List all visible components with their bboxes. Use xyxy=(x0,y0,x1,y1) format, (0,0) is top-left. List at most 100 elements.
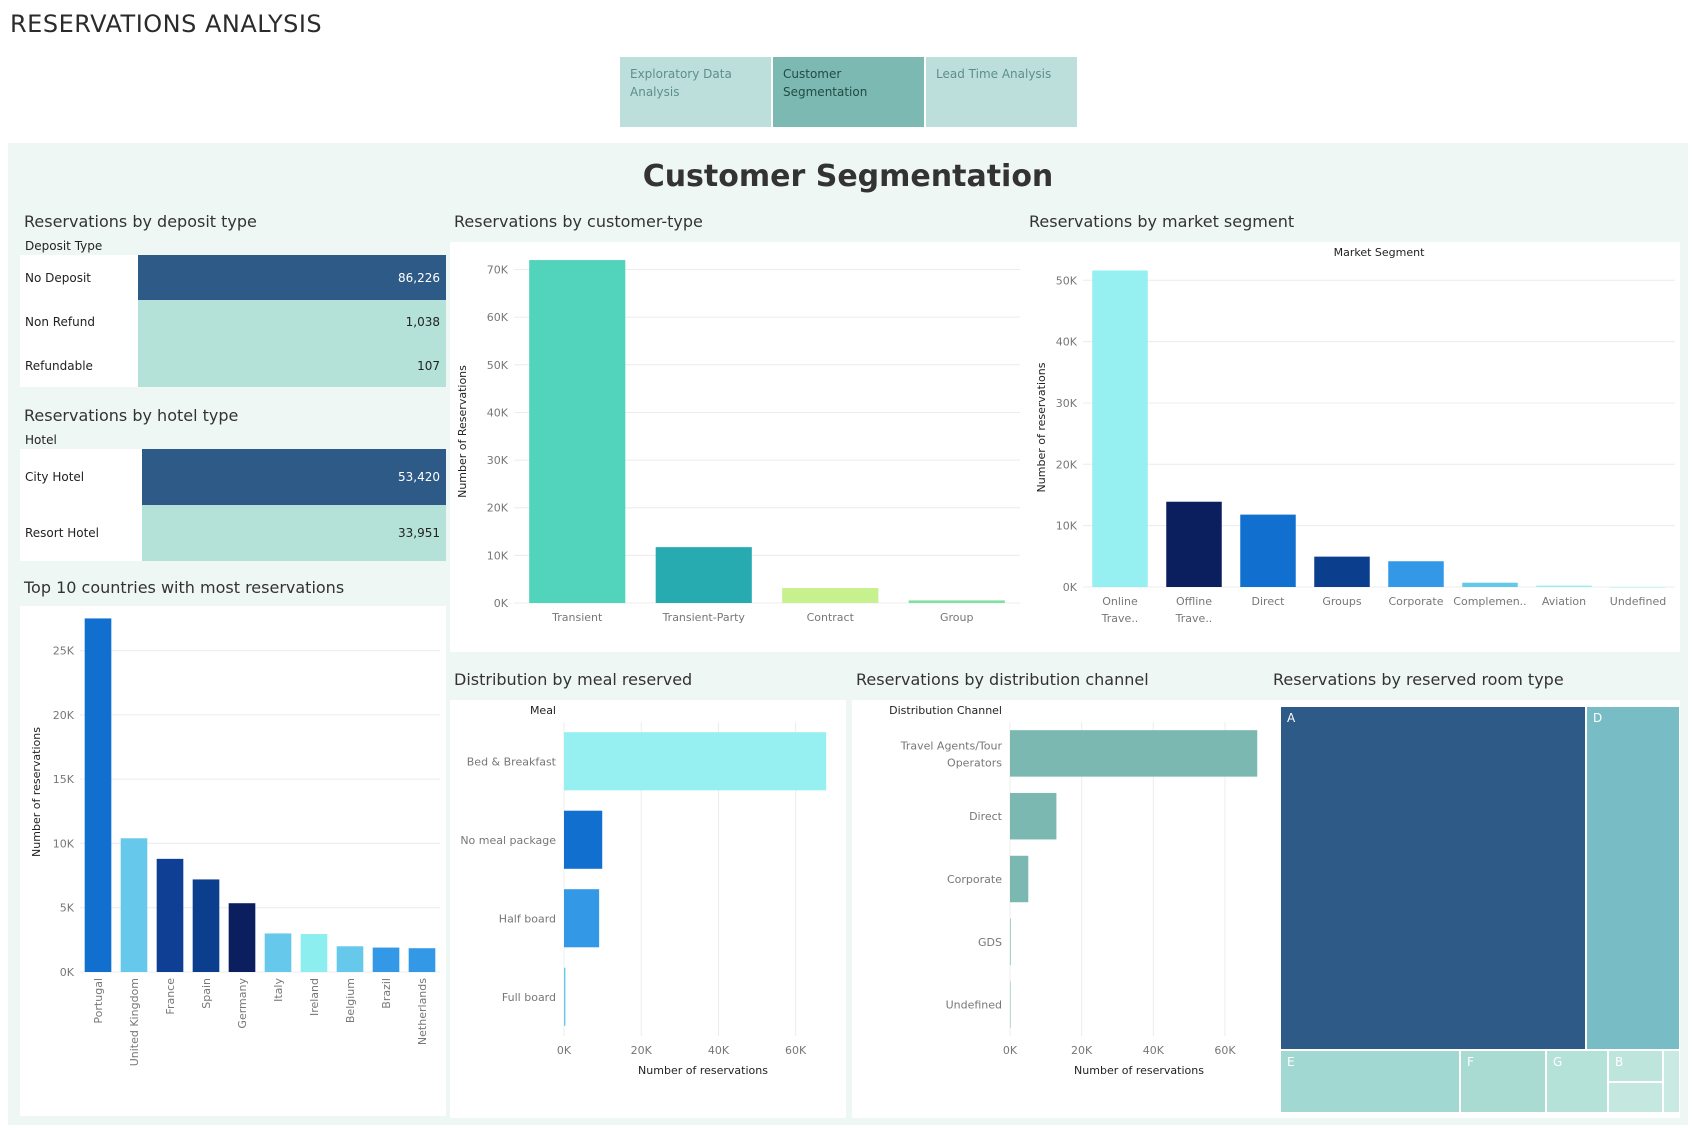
room-cell-e[interactable]: E xyxy=(1280,1050,1460,1113)
y-tick-label: 30K xyxy=(1056,397,1078,410)
x-tick-label: Ireland xyxy=(308,978,321,1016)
bar-complemen- xyxy=(1462,582,1518,587)
x-axis-label: Number of reservations xyxy=(638,1064,768,1077)
x-tick-label: 40K xyxy=(708,1044,730,1057)
room-cell-b[interactable]: B xyxy=(1608,1050,1663,1082)
bar-portugal xyxy=(84,618,112,972)
channel-title: Reservations by distribution channel xyxy=(856,670,1149,689)
bar-netherlands xyxy=(408,948,436,972)
x-tick-label: Undefined xyxy=(1610,595,1666,608)
x-tick-label: Complemen.. xyxy=(1453,595,1526,608)
y-tick-label: Bed & Breakfast xyxy=(467,755,557,768)
x-tick-label: Trave.. xyxy=(1101,612,1139,625)
market-chart-panel: 0K 10K 20K 30K 40K 50K Market Segment Online Tra… xyxy=(1025,242,1680,652)
meal-chart-panel: 0K 20K 40K 60K Meal Number of reservations Bed… xyxy=(450,700,846,1118)
y-tick-label: 25K xyxy=(53,645,75,658)
y-axis-label: Number of reservations xyxy=(1035,362,1048,492)
bar-brazil xyxy=(372,947,400,972)
bar-belgium xyxy=(336,946,364,972)
app-title: RESERVATIONS ANALYSIS xyxy=(10,10,323,38)
x-tick-label: Portugal xyxy=(92,978,105,1024)
bar-germany xyxy=(228,903,256,972)
bar-france xyxy=(156,858,184,972)
x-tick-label: Brazil xyxy=(380,978,393,1009)
x-tick-label: 0K xyxy=(1003,1044,1018,1057)
table-row[interactable]: Resort Hotel 33,951 xyxy=(20,505,446,561)
y-tick-label: 0K xyxy=(494,597,509,610)
x-tick-label: United Kingdom xyxy=(128,978,141,1066)
tab-customer-segmentation[interactable]: Customer Segmentation xyxy=(773,57,924,127)
x-tick-label: Groups xyxy=(1322,595,1361,608)
dashboard-tabs: Exploratory Data Analysis Customer Segme… xyxy=(620,57,1077,127)
table-row[interactable]: No Deposit 86,226 xyxy=(20,255,446,300)
x-tick-label: Belgium xyxy=(344,978,357,1023)
hotel-value: 33,951 xyxy=(142,505,446,561)
y-tick-label: Operators xyxy=(947,756,1002,769)
bar-transient xyxy=(529,260,626,603)
x-tick-label: Spain xyxy=(200,978,213,1009)
bar-spain xyxy=(192,879,220,972)
bar-gds xyxy=(1010,918,1011,966)
x-tick-label: 60K xyxy=(785,1044,807,1057)
y-tick-label: Direct xyxy=(969,810,1003,823)
y-tick-label: 60K xyxy=(487,311,509,324)
bar-corporate xyxy=(1010,855,1029,903)
bar-online-trave- xyxy=(1092,270,1148,587)
bar-ireland xyxy=(300,934,328,972)
room-cell-a[interactable]: A xyxy=(1280,706,1586,1050)
room-cell-f[interactable]: F xyxy=(1460,1050,1546,1113)
tab-lead-time-analysis[interactable]: Lead Time Analysis xyxy=(926,57,1077,127)
x-tick-label: 40K xyxy=(1143,1044,1165,1057)
bar-group xyxy=(908,600,1005,603)
y-tick-label: 40K xyxy=(1056,336,1078,349)
x-axis-label: Number of reservations xyxy=(1074,1064,1204,1077)
bar-undefined xyxy=(1610,586,1666,588)
bar-half-board xyxy=(564,889,600,948)
deposit-label: Refundable xyxy=(25,358,93,373)
room-cell-g[interactable]: G xyxy=(1546,1050,1608,1113)
table-row[interactable]: City Hotel 53,420 xyxy=(20,449,446,505)
y-tick-label: 5K xyxy=(60,902,75,915)
x-tick-label: Transient xyxy=(551,611,603,624)
customer-type-chart: 0K 10K 20K 30K 40K 50K 60K 70K Transient Transien… xyxy=(456,260,1020,624)
bar-bed-breakfast xyxy=(564,732,827,791)
room-treemap: A D E F G B xyxy=(1270,700,1680,1118)
room-cell-tiny[interactable] xyxy=(1663,1050,1680,1113)
bar-travel-agents-tour-operators xyxy=(1010,730,1258,777)
x-tick-label: 0K xyxy=(557,1044,572,1057)
y-tick-label: 0K xyxy=(60,966,75,979)
x-tick-label: Group xyxy=(940,611,974,624)
bar-corporate xyxy=(1388,561,1444,587)
table-row[interactable]: Non Refund 1,038 xyxy=(20,300,446,344)
tab-exploratory-data-analysis[interactable]: Exploratory Data Analysis xyxy=(620,57,771,127)
y-tick-label: 30K xyxy=(487,454,509,467)
y-tick-label: 20K xyxy=(487,502,509,515)
y-tick-label: Corporate xyxy=(947,873,1002,886)
hotel-value: 53,420 xyxy=(142,449,446,505)
y-tick-label: Travel Agents/Tour xyxy=(900,739,1003,752)
y-tick-label: 50K xyxy=(487,359,509,372)
x-tick-label: Offline xyxy=(1176,595,1212,608)
y-tick-label: Half board xyxy=(499,912,556,925)
hotel-table: Hotel City Hotel 53,420 Resort Hotel 33,… xyxy=(20,431,446,561)
bar-direct xyxy=(1240,514,1296,587)
deposit-title: Reservations by deposit type xyxy=(24,212,257,231)
room-title: Reservations by reserved room type xyxy=(1273,670,1564,689)
bar-no-meal-package xyxy=(564,810,603,869)
bar-united-kingdom xyxy=(120,838,148,972)
room-cell-small[interactable] xyxy=(1608,1082,1663,1113)
x-tick-label: Italy xyxy=(272,978,285,1002)
room-cell-d[interactable]: D xyxy=(1586,706,1680,1050)
table-row[interactable]: Refundable 107 xyxy=(20,344,446,387)
hotel-title: Reservations by hotel type xyxy=(24,406,239,425)
y-tick-label: 10K xyxy=(53,837,75,850)
bar-full-board xyxy=(564,967,566,1026)
bar-transient-party xyxy=(655,547,752,603)
y-tick-label: 20K xyxy=(53,709,75,722)
x-tick-label: 60K xyxy=(1214,1044,1236,1057)
x-tick-label: Transient-Party xyxy=(662,611,746,624)
countries-chart: 0K 5K 10K 15K 20K 25K Portugal United Kingdom Fr… xyxy=(30,618,440,1066)
chart-subtitle: Market Segment xyxy=(1334,246,1425,259)
y-tick-label: 0K xyxy=(1063,581,1078,594)
y-tick-label: Full board xyxy=(502,991,556,1004)
